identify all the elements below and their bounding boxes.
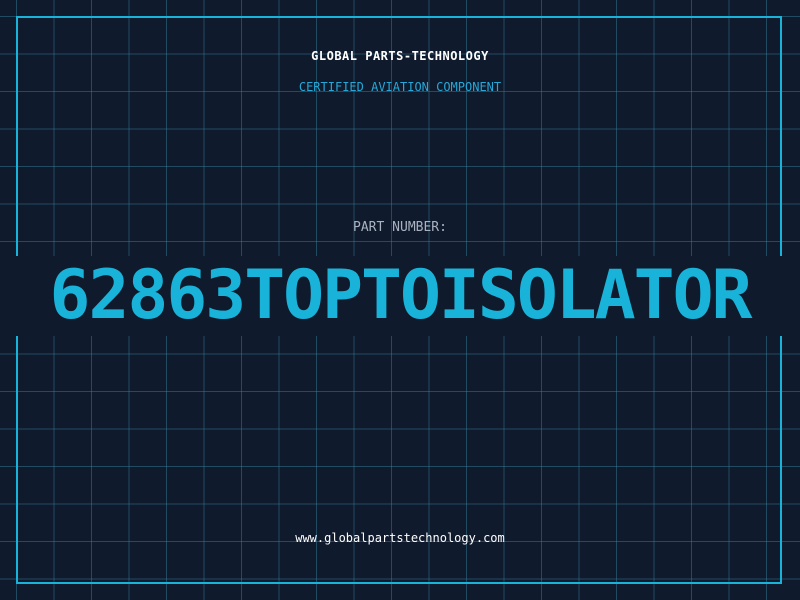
company-name: GLOBAL PARTS-TECHNOLOGY: [311, 49, 489, 63]
certification-subtitle: CERTIFIED AVIATION COMPONENT: [298, 80, 502, 94]
certificate-canvas: GLOBAL PARTS-TECHNOLOGY CERTIFIED AVIATI…: [0, 0, 800, 600]
part-number-value: 62863TOPTOISOLATOR: [49, 256, 753, 335]
website-url: www.globalpartstechnology.com: [295, 531, 505, 545]
part-number-band: 62863TOPTOISOLATOR: [0, 256, 800, 336]
part-number-label: PART NUMBER:: [353, 220, 447, 235]
